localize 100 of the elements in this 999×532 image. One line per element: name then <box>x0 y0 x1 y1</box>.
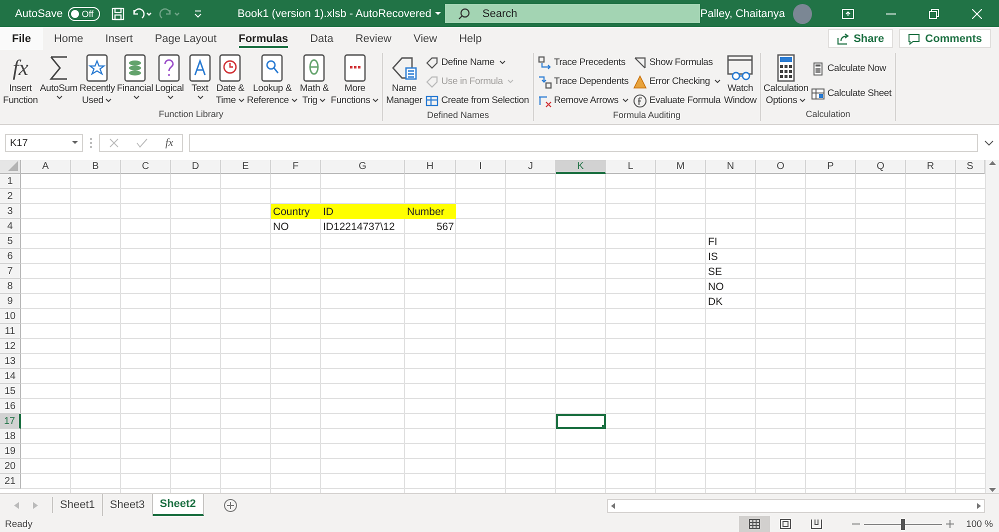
menu-tab[interactable]: Home <box>42 27 94 50</box>
menu-tab[interactable]: Page Layout <box>144 27 228 50</box>
ribbon-button[interactable]: Recently Used <box>78 53 116 107</box>
row-header[interactable]: 18 <box>0 429 21 444</box>
row-header[interactable]: 7 <box>0 264 21 279</box>
column-header[interactable]: F <box>271 160 321 174</box>
ribbon-button[interactable]: Date & Time <box>214 53 246 107</box>
grip-icon <box>89 137 93 149</box>
column-header[interactable]: J <box>506 160 556 174</box>
header-cell: Country <box>271 204 321 219</box>
customize-caret-icon <box>192 8 203 18</box>
column-header[interactable]: K <box>556 160 606 174</box>
column-header[interactable]: O <box>756 160 806 174</box>
ribbon-small-button[interactable]: Evaluate Formula <box>633 91 721 110</box>
column-header[interactable]: A <box>21 160 71 174</box>
sheet-tab[interactable]: Sheet2 <box>152 494 204 516</box>
menu-tab[interactable]: Data <box>299 27 344 50</box>
caret-icon <box>498 60 506 65</box>
row-header[interactable]: 17 <box>0 414 21 429</box>
share-button[interactable]: Share <box>828 29 894 48</box>
ribbon-small-button[interactable]: Trace Precedents <box>538 53 630 72</box>
row-header[interactable]: 1 <box>0 174 21 189</box>
scroll-left-icon <box>611 503 615 509</box>
column-header[interactable]: L <box>606 160 656 174</box>
row-header[interactable]: 9 <box>0 294 21 309</box>
autosave-toggle[interactable]: Off <box>68 6 100 20</box>
row-header[interactable]: 5 <box>0 234 21 249</box>
ribbon-button[interactable]: Text <box>184 53 215 100</box>
selected-cell[interactable] <box>556 414 606 429</box>
column-header[interactable]: M <box>656 160 706 174</box>
row-header[interactable]: 10 <box>0 309 21 324</box>
sheet-calculator-icon <box>811 86 826 100</box>
menu-tab[interactable]: Review <box>344 27 402 50</box>
ribbon-small-button[interactable]: Remove Arrows <box>538 91 630 110</box>
ribbon-small-button[interactable]: Error Checking <box>633 72 721 91</box>
row-header[interactable]: 4 <box>0 219 21 234</box>
row-header[interactable]: 11 <box>0 324 21 339</box>
row-header[interactable]: 19 <box>0 444 21 459</box>
row-header[interactable]: 21 <box>0 474 21 489</box>
row-header[interactable]: 13 <box>0 354 21 369</box>
table-cell-text: ID12214737\12 <box>322 220 396 234</box>
caret-icon <box>799 98 806 103</box>
ribbon-small-button[interactable]: Calculate Sheet <box>811 84 892 103</box>
ribbon-button[interactable]: Calculation Options <box>762 53 810 107</box>
ribbon-button[interactable]: Lookup & Reference <box>246 53 299 107</box>
zoom-thumb[interactable] <box>901 518 906 530</box>
column-header[interactable]: C <box>121 160 171 174</box>
row-header[interactable]: 8 <box>0 279 21 294</box>
column-header[interactable]: S <box>956 160 985 174</box>
undo-icon <box>130 6 153 20</box>
name-box[interactable]: K17 <box>5 134 83 152</box>
ribbon-small-button[interactable]: Calculate Now <box>811 59 892 78</box>
ribbon-small-button[interactable]: Create from Selection <box>425 91 529 110</box>
autosave-label: AutoSave <box>15 8 63 20</box>
menu-tab[interactable]: Help <box>448 27 493 50</box>
ribbon-small-button[interactable]: Define Name <box>425 53 529 72</box>
horizontal-scrollbar[interactable] <box>607 499 985 513</box>
ribbon-button[interactable]: Watch Window <box>722 53 758 107</box>
column-header[interactable]: I <box>456 160 506 174</box>
column-header[interactable]: Q <box>856 160 906 174</box>
ribbon-button[interactable]: Math & Trig <box>298 53 330 107</box>
row-header[interactable]: 16 <box>0 399 21 414</box>
ribbon-small-button[interactable]: Show Formulas <box>633 53 721 72</box>
menu-tab[interactable]: Insert <box>94 27 144 50</box>
previous-sheet-icon <box>14 502 19 508</box>
search-field[interactable]: Search <box>445 4 700 23</box>
ribbon-button[interactable]: Logical <box>154 53 185 100</box>
column-header[interactable]: P <box>806 160 856 174</box>
column-header[interactable]: N <box>706 160 756 174</box>
group-label: Defined Names <box>426 110 490 121</box>
ribbon-small-button[interactable]: Trace Dependents <box>538 72 630 91</box>
row-header[interactable]: 3 <box>0 204 21 219</box>
comments-button[interactable]: Comments <box>899 29 991 48</box>
row-header[interactable]: 15 <box>0 384 21 399</box>
comment-icon <box>908 32 920 44</box>
column-header[interactable]: B <box>71 160 121 174</box>
row-header[interactable]: 2 <box>0 189 21 204</box>
menu-tab[interactable]: Formulas <box>228 27 300 50</box>
row-header[interactable]: 20 <box>0 459 21 474</box>
ribbon-button[interactable]: Financial <box>116 53 154 100</box>
ribbon-button[interactable]: AutoSum <box>38 53 79 100</box>
ribbon-button[interactable]: Name Manager <box>385 53 424 107</box>
column-header[interactable]: G <box>321 160 405 174</box>
ribbon-button[interactable]: More Functions <box>330 53 380 107</box>
row-header[interactable]: 12 <box>0 339 21 354</box>
row-header[interactable]: 6 <box>0 249 21 264</box>
zoom-reading: 100 % <box>966 518 993 530</box>
menu-tab[interactable]: View <box>402 27 448 50</box>
column-header[interactable]: H <box>405 160 456 174</box>
insert-function-button[interactable]: fx <box>165 137 174 149</box>
column-header[interactable]: E <box>221 160 271 174</box>
view-button[interactable] <box>739 516 770 532</box>
column-header[interactable]: D <box>171 160 221 174</box>
menu-tab[interactable]: File <box>0 27 43 50</box>
formula-field[interactable] <box>189 134 978 152</box>
row-header[interactable]: 14 <box>0 369 21 384</box>
column-header[interactable]: R <box>906 160 956 174</box>
caret-icon <box>56 95 64 100</box>
ribbon-button[interactable]: fx Insert Function <box>2 53 39 107</box>
vertical-scrollbar[interactable] <box>985 160 999 493</box>
